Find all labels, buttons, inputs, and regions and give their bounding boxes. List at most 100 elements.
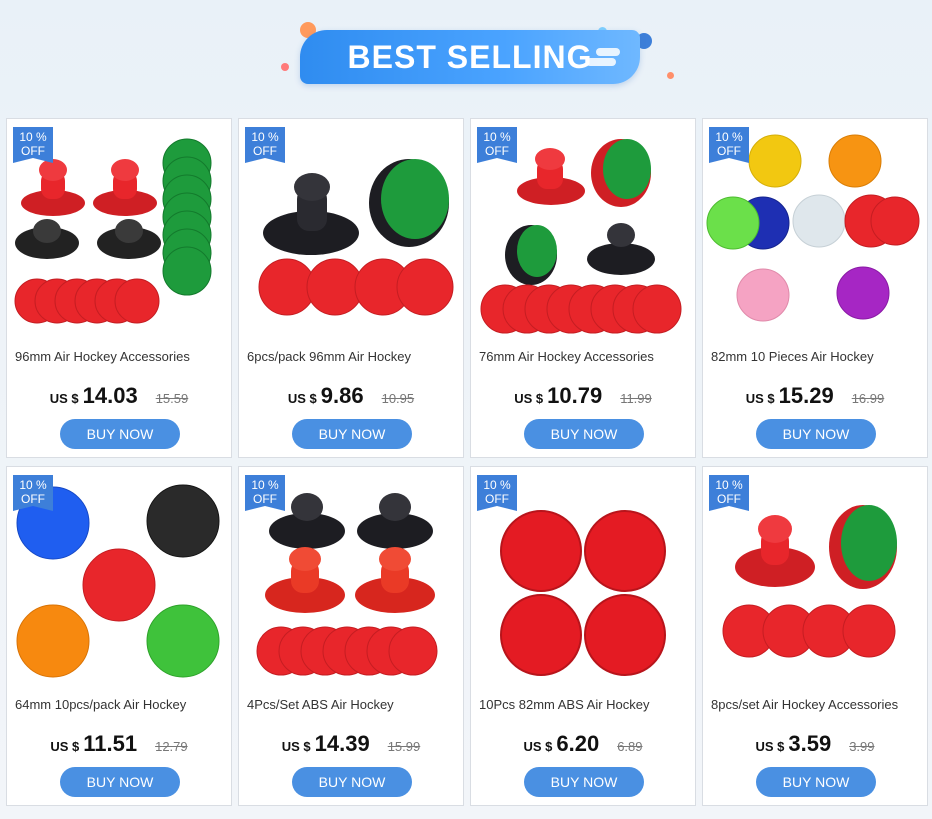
product-card[interactable]: 10 % OFF 76mm Air Hockey Accessories US … [470,118,696,458]
original-price: 15.59 [155,391,189,406]
product-title[interactable]: 64mm 10pcs/pack Air Hockey [15,697,227,712]
currency: US $ [514,391,544,406]
red-pucks [256,626,438,676]
price-row: US $15.29 16.99 [703,383,927,409]
product-title[interactable]: 8pcs/set Air Hockey Accessories [711,697,923,712]
product-card[interactable]: 10 % OFF 6pcs/pack 96mm Air Hockey US $9… [238,118,464,458]
original-price: 6.89 [617,739,643,754]
product-title[interactable]: 76mm Air Hockey Accessories [479,349,691,364]
product-card[interactable]: 10 % OFF 10Pcs 82mm ABS Air Hockey US $6… [470,466,696,806]
currency: US $ [745,391,775,406]
product-card[interactable]: 10 % OFF 82mm 10 Pieces Air Hockey US $1… [702,118,928,458]
red-pucks [258,258,454,316]
striker-group [265,493,435,613]
product-title[interactable]: 6pcs/pack 96mm Air Hockey [247,349,459,364]
currency: US $ [287,391,317,406]
price-row: US $9.86 10.95 [239,383,463,409]
current-price: 9.86 [320,383,364,408]
buy-now-button[interactable]: BUY NOW [292,419,412,449]
current-price: 15.29 [778,383,834,408]
current-price: 14.39 [314,731,370,756]
red-pucks [722,604,896,658]
green-pads [162,138,212,296]
discount-percent: 10 % [483,478,511,492]
current-price: 10.79 [547,383,603,408]
product-card[interactable]: 10 % OFF 64mm 10pcs/pack Air Hockey US $… [6,466,232,806]
buy-now-button[interactable]: BUY NOW [756,419,876,449]
discount-badge: 10 % OFF [13,127,53,163]
product-card[interactable]: 10 % OFF 96mm Air Hockey Accessories US … [6,118,232,458]
currency: US $ [523,739,553,754]
price-row: US $6.20 6.89 [471,731,695,757]
discount-off: OFF [21,144,45,158]
decor-dot [281,63,289,71]
discount-badge: 10 % OFF [477,127,517,163]
price-row: US $14.39 15.99 [239,731,463,757]
product-title[interactable]: 82mm 10 Pieces Air Hockey [711,349,923,364]
discount-percent: 10 % [19,478,47,492]
original-price: 11.99 [620,391,652,406]
discount-percent: 10 % [715,478,743,492]
buy-now-button[interactable]: BUY NOW [524,767,644,797]
price-row: US $11.51 12.79 [7,731,231,757]
discount-percent: 10 % [251,130,279,144]
product-grid: 10 % OFF 96mm Air Hockey Accessories US … [6,118,928,806]
product-title[interactable]: 96mm Air Hockey Accessories [15,349,227,364]
price-row: US $3.59 3.99 [703,731,927,757]
buy-now-button[interactable]: BUY NOW [60,767,180,797]
colored-pucks [706,134,920,322]
current-price: 11.51 [83,731,138,756]
currency: US $ [50,739,80,754]
original-price: 15.99 [387,739,421,754]
banner-title: BEST SELLING [300,30,640,84]
discount-percent: 10 % [251,478,279,492]
product-title[interactable]: 4Pcs/Set ABS Air Hockey [247,697,459,712]
red-pucks [500,510,666,676]
discount-badge: 10 % OFF [245,475,285,511]
striker-group [735,505,897,589]
discount-badge: 10 % OFF [245,127,285,163]
buy-now-button[interactable]: BUY NOW [60,419,180,449]
discount-off: OFF [253,144,277,158]
discount-off: OFF [253,492,277,506]
discount-off: OFF [21,492,45,506]
discount-off: OFF [485,492,509,506]
discount-badge: 10 % OFF [709,127,749,163]
price-row: US $10.79 11.99 [471,383,695,409]
discount-badge: 10 % OFF [477,475,517,511]
current-price: 14.03 [82,383,138,408]
currency: US $ [49,391,79,406]
decor-stripe [596,48,620,56]
product-card[interactable]: 10 % OFF 4Pcs/Set ABS Air Hockey US $14.… [238,466,464,806]
striker-group [263,159,449,255]
discount-off: OFF [717,492,741,506]
discount-badge: 10 % OFF [709,475,749,511]
red-pucks [14,278,160,324]
red-pucks [480,284,682,334]
product-card[interactable]: 10 % OFF 8pcs/set Air Hockey Accessories… [702,466,928,806]
price-row: US $14.03 15.59 [7,383,231,409]
original-price: 3.99 [849,739,875,754]
product-title[interactable]: 10Pcs 82mm ABS Air Hockey [479,697,691,712]
currency: US $ [755,739,785,754]
decor-dot [667,72,674,79]
currency: US $ [281,739,311,754]
discount-percent: 10 % [19,130,47,144]
original-price: 16.99 [851,391,885,406]
original-price: 10.95 [381,391,415,406]
discount-off: OFF [717,144,741,158]
best-selling-header: BEST SELLING [0,0,932,110]
discount-badge: 10 % OFF [13,475,53,511]
original-price: 12.79 [155,739,188,754]
striker-group [15,159,161,259]
discount-off: OFF [485,144,509,158]
buy-now-button[interactable]: BUY NOW [292,767,412,797]
decor-stripe [586,58,616,66]
discount-percent: 10 % [715,130,743,144]
buy-now-button[interactable]: BUY NOW [524,419,644,449]
current-price: 6.20 [556,731,600,756]
discount-percent: 10 % [483,130,511,144]
colored-pucks [16,484,220,678]
buy-now-button[interactable]: BUY NOW [756,767,876,797]
striker-group [505,139,655,285]
